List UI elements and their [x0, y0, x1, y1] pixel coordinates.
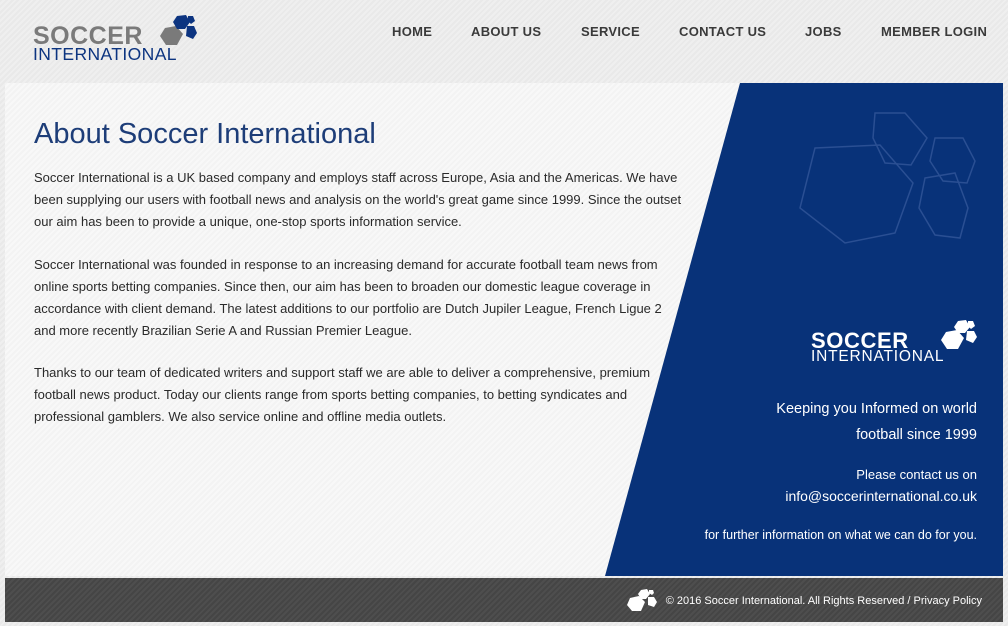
main-nav: HOME ABOUT US SERVICE CONTACT US JOBS ME… — [0, 24, 1008, 40]
side-tagline: Keeping you Informed on world football s… — [776, 396, 977, 448]
footer-text: © 2016 Soccer International. All Rights … — [666, 595, 982, 607]
about-paragraph-1: Soccer International is a UK based compa… — [34, 170, 682, 229]
privacy-policy-link[interactable]: Privacy Policy — [914, 595, 982, 607]
main-content: About Soccer International Soccer Intern… — [5, 83, 1003, 576]
side-logo-word-international: INTERNATIONAL — [811, 348, 945, 365]
site-logo[interactable]: SOCCER INTERNATIONAL — [33, 14, 203, 66]
logo-word-international: INTERNATIONAL — [33, 44, 177, 64]
site-footer: © 2016 Soccer International. All Rights … — [5, 578, 1003, 622]
site-header: SOCCER INTERNATIONAL HOME ABOUT US SERVI… — [0, 0, 1008, 83]
about-paragraph-3: Thanks to our team of dedicated writers … — [34, 365, 651, 424]
copyright-text: © 2016 Soccer International. All Rights … — [665, 595, 911, 607]
nav-member-login[interactable]: MEMBER LOGIN — [881, 24, 987, 39]
hexagon-ball-icon — [941, 320, 977, 349]
contact-prompt: Please contact us on — [856, 467, 977, 482]
about-paragraph-2: Soccer International was founded in resp… — [34, 257, 662, 338]
nav-home[interactable]: HOME — [392, 24, 432, 39]
side-logo: SOCCER INTERNATIONAL — [811, 319, 981, 369]
tagline-line-2: football since 1999 — [856, 427, 977, 443]
nav-contact-us[interactable]: CONTACT US — [679, 24, 766, 39]
nav-about-us[interactable]: ABOUT US — [471, 24, 541, 39]
page-title: About Soccer International — [34, 118, 376, 150]
nav-jobs[interactable]: JOBS — [805, 24, 842, 39]
nav-service[interactable]: SERVICE — [581, 24, 640, 39]
contact-note: for further information on what we can d… — [704, 528, 977, 542]
tagline-line-1: Keeping you Informed on world — [776, 401, 977, 417]
hexagon-ball-icon — [627, 589, 657, 611]
contact-email-link[interactable]: info@soccerinternational.co.uk — [785, 488, 977, 504]
